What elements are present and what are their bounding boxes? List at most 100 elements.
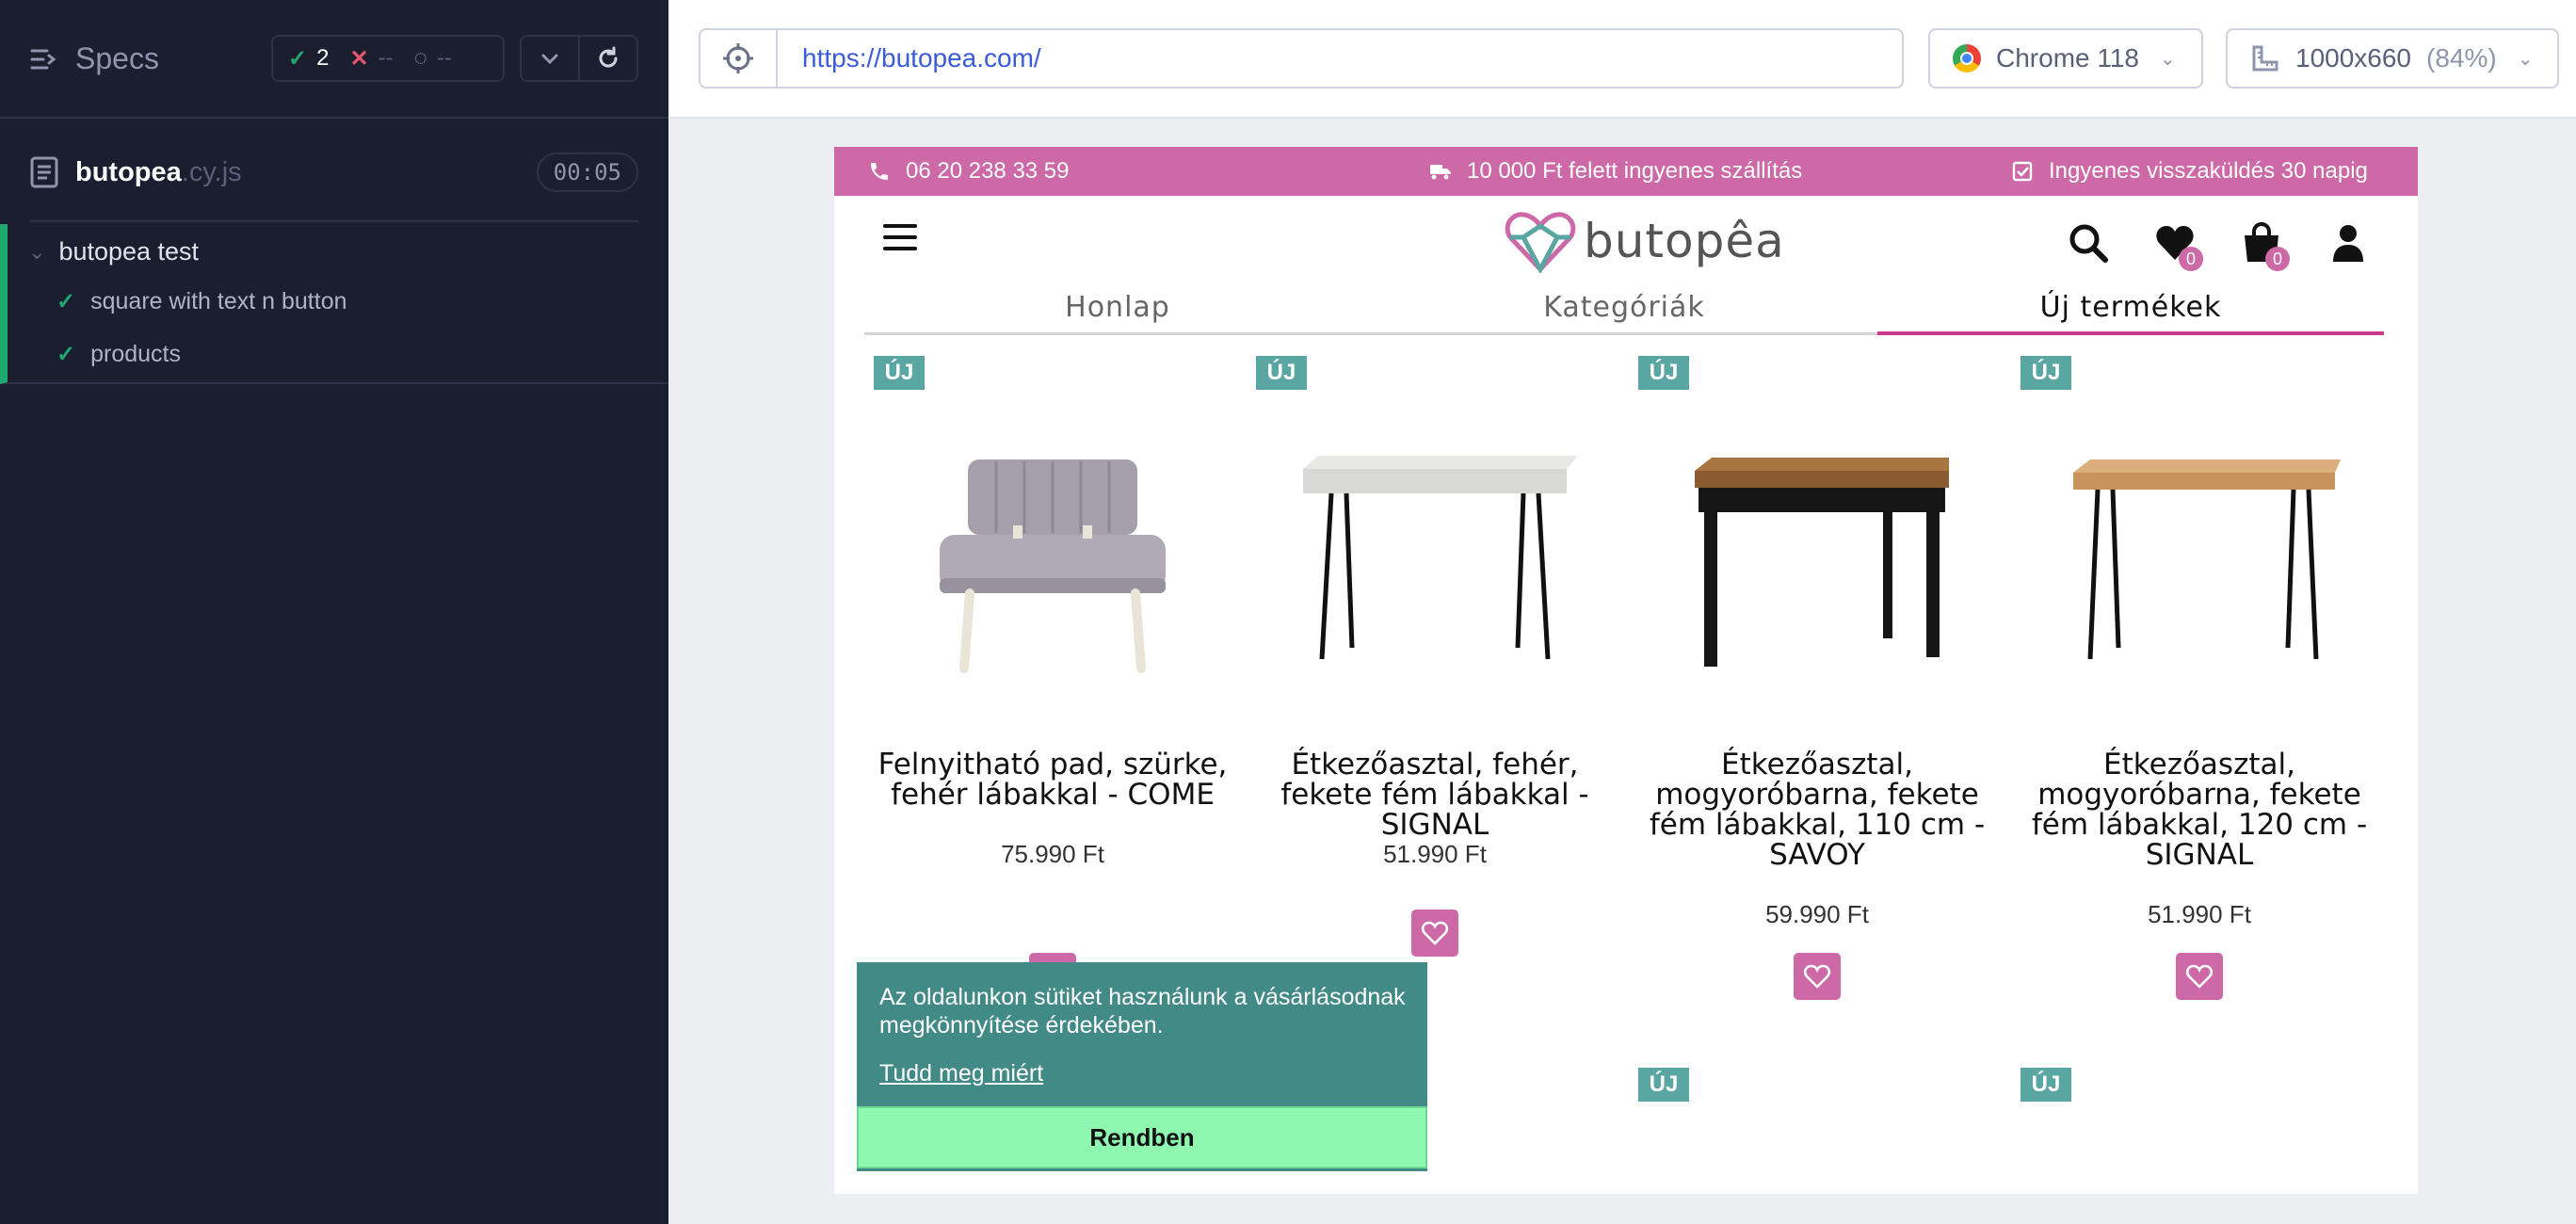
heart-outline-icon bbox=[2185, 964, 2214, 989]
chevron-down-icon: ⌄ bbox=[28, 239, 46, 264]
product-name[interactable]: Étkezőasztal, mogyoróbarna, fekete fém l… bbox=[2011, 749, 2388, 870]
promo-returns: Ingyenes visszaküldés 30 napig bbox=[2011, 147, 2368, 196]
suite-header[interactable]: ⌄ butopea test bbox=[28, 237, 199, 266]
new-badge: ÚJ bbox=[1638, 356, 1689, 390]
account-button[interactable] bbox=[2327, 222, 2369, 264]
site-header: butopêa 0 0 bbox=[834, 196, 2418, 282]
product-name[interactable]: Étkezőasztal, fehér, fekete fém lábakkal… bbox=[1247, 749, 1623, 840]
cookie-accept-button[interactable]: Rendben bbox=[857, 1106, 1427, 1168]
check-icon: ✓ bbox=[56, 342, 76, 367]
pending-stat: ◌ -- bbox=[414, 45, 452, 72]
test-title: square with text n button bbox=[90, 288, 347, 314]
phone-icon bbox=[871, 163, 888, 180]
app-viewport: 06 20 238 33 59 10 000 Ft felett ingyene… bbox=[834, 147, 2418, 1194]
product-card[interactable]: ÚJ Étkezőasztal, mogyoróbarna, fekete fé… bbox=[1629, 356, 2005, 1000]
browser-label: Chrome 118 bbox=[1996, 43, 2140, 72]
product-image[interactable] bbox=[1275, 403, 1595, 685]
spec-duration: 00:05 bbox=[536, 153, 638, 192]
wishlist-count: 0 bbox=[2179, 247, 2203, 271]
viewport-selector[interactable]: 1000x660 (84%) ⌄ bbox=[2226, 28, 2559, 89]
promo-phone[interactable]: 06 20 238 33 59 bbox=[868, 147, 1070, 196]
product-image[interactable] bbox=[893, 403, 1213, 685]
viewport-size: 1000x660 bbox=[2295, 43, 2412, 72]
tab-home[interactable]: Honlap bbox=[864, 282, 1371, 332]
product-card[interactable]: ÚJ Étkezőasztal, fehér, fekete fém lábak… bbox=[1247, 356, 1623, 977]
menu-icon[interactable] bbox=[883, 224, 917, 250]
product-name[interactable]: Felnyitható pad, szürke, fehér lábakkal … bbox=[864, 749, 1241, 810]
viewport-scale: (84%) bbox=[2426, 43, 2497, 72]
category-tabs: Honlap Kategóriák Új termékek bbox=[864, 282, 2384, 335]
new-badge: ÚJ bbox=[1638, 1068, 1689, 1102]
check-icon: ✓ bbox=[56, 289, 76, 314]
specs-list-icon bbox=[30, 49, 56, 69]
product-card[interactable]: ÚJ Felnyitható pad, szürke, fehér lábakk… bbox=[864, 356, 1241, 977]
add-to-wishlist-button[interactable] bbox=[1794, 953, 1841, 1000]
x-icon: ✕ bbox=[349, 45, 369, 72]
promo-shipping-text: 10 000 Ft felett ingyenes szállítás bbox=[1467, 158, 1803, 184]
product-image[interactable] bbox=[1657, 403, 1977, 685]
tab-categories[interactable]: Kategóriák bbox=[1371, 282, 1877, 332]
divider bbox=[30, 220, 638, 222]
chevron-down-icon: ⌄ bbox=[2160, 48, 2176, 70]
test-item[interactable]: ✓ products bbox=[56, 341, 181, 368]
search-icon bbox=[2069, 224, 2108, 263]
failed-stat: ✕ -- bbox=[349, 45, 393, 72]
url-bar: https://butopea.com/ bbox=[699, 28, 1904, 89]
new-badge: ÚJ bbox=[1256, 356, 1307, 390]
chevron-down-icon: ⌄ bbox=[2517, 48, 2534, 70]
test-suite[interactable]: ⌄ butopea test ✓ square with text n butt… bbox=[0, 224, 668, 384]
logo-text: butopêa bbox=[1584, 214, 1785, 268]
chrome-icon bbox=[1953, 44, 1981, 72]
promo-shipping: 10 000 Ft felett ingyenes szállítás bbox=[1429, 147, 1802, 196]
specs-label: Specs bbox=[75, 41, 159, 75]
specs-toggle[interactable]: Specs bbox=[30, 41, 159, 76]
collapse-button[interactable] bbox=[522, 37, 580, 80]
product-price: 59.990 Ft bbox=[1765, 900, 1869, 928]
suite-title: butopea test bbox=[58, 237, 200, 266]
url-text[interactable]: https://butopea.com/ bbox=[778, 30, 1041, 87]
rerun-button[interactable] bbox=[580, 37, 636, 80]
runner-sidebar: Specs ✓ 2 ✕ -- ◌ -- butopea .cy.js 00:05… bbox=[0, 0, 668, 1224]
user-icon bbox=[2333, 225, 2363, 262]
promo-bar: 06 20 238 33 59 10 000 Ft felett ingyene… bbox=[834, 147, 2418, 196]
oak-table-image bbox=[2073, 459, 2341, 660]
add-to-wishlist-button[interactable] bbox=[1411, 910, 1458, 957]
add-to-wishlist-button[interactable] bbox=[2176, 953, 2223, 1000]
tab-new-products[interactable]: Új termékek bbox=[1877, 282, 2384, 335]
heart-outline-icon bbox=[1421, 921, 1449, 945]
runner-header: Specs ✓ 2 ✕ -- ◌ -- bbox=[0, 0, 668, 119]
check-icon: ✓ bbox=[288, 45, 308, 72]
product-name[interactable]: Étkezőasztal, mogyoróbarna, fekete fém l… bbox=[1629, 749, 2005, 870]
search-button[interactable] bbox=[2068, 222, 2109, 264]
spec-file-name: butopea bbox=[75, 156, 182, 187]
white-table-image bbox=[1303, 456, 1578, 660]
new-badge: ÚJ bbox=[2021, 1068, 2071, 1102]
cookie-learn-more-link[interactable]: Tudd meg miért bbox=[879, 1060, 1043, 1087]
passed-stat: ✓ 2 bbox=[288, 45, 329, 72]
product-image[interactable] bbox=[2039, 403, 2359, 685]
promo-phone-text: 06 20 238 33 59 bbox=[906, 158, 1070, 184]
selector-playground-button[interactable] bbox=[700, 30, 778, 87]
cookie-banner: Az oldalunkon sütiket használunk a vásár… bbox=[857, 962, 1427, 1171]
promo-returns-text: Ingyenes visszaküldés 30 napig bbox=[2049, 158, 2368, 184]
runner-controls bbox=[520, 35, 638, 82]
cart-count: 0 bbox=[2265, 247, 2290, 271]
new-badge: ÚJ bbox=[874, 356, 925, 390]
pending-count: -- bbox=[436, 45, 452, 71]
chevron-down-icon bbox=[541, 54, 558, 65]
cart-button[interactable]: 0 bbox=[2241, 222, 2290, 271]
spec-file-row[interactable]: butopea .cy.js 00:05 bbox=[0, 121, 668, 222]
walnut-table-image bbox=[1695, 458, 1949, 667]
site-logo[interactable]: butopêa bbox=[1505, 209, 1785, 273]
wishlist-button[interactable]: 0 bbox=[2154, 222, 2203, 271]
test-item[interactable]: ✓ square with text n button bbox=[56, 288, 347, 315]
document-icon bbox=[30, 156, 58, 188]
bench-image bbox=[940, 459, 1166, 673]
heart-logo-icon bbox=[1505, 212, 1576, 273]
browser-selector[interactable]: Chrome 118 ⌄ bbox=[1928, 28, 2203, 89]
product-price: 51.990 Ft bbox=[1383, 840, 1487, 868]
heart-outline-icon bbox=[1803, 964, 1831, 989]
pending-icon: ◌ bbox=[413, 45, 427, 71]
product-card[interactable]: ÚJ Étkezőasztal, mogyoróbarna, fekete fé… bbox=[2011, 356, 2388, 1000]
product-price: 75.990 Ft bbox=[1001, 840, 1104, 868]
